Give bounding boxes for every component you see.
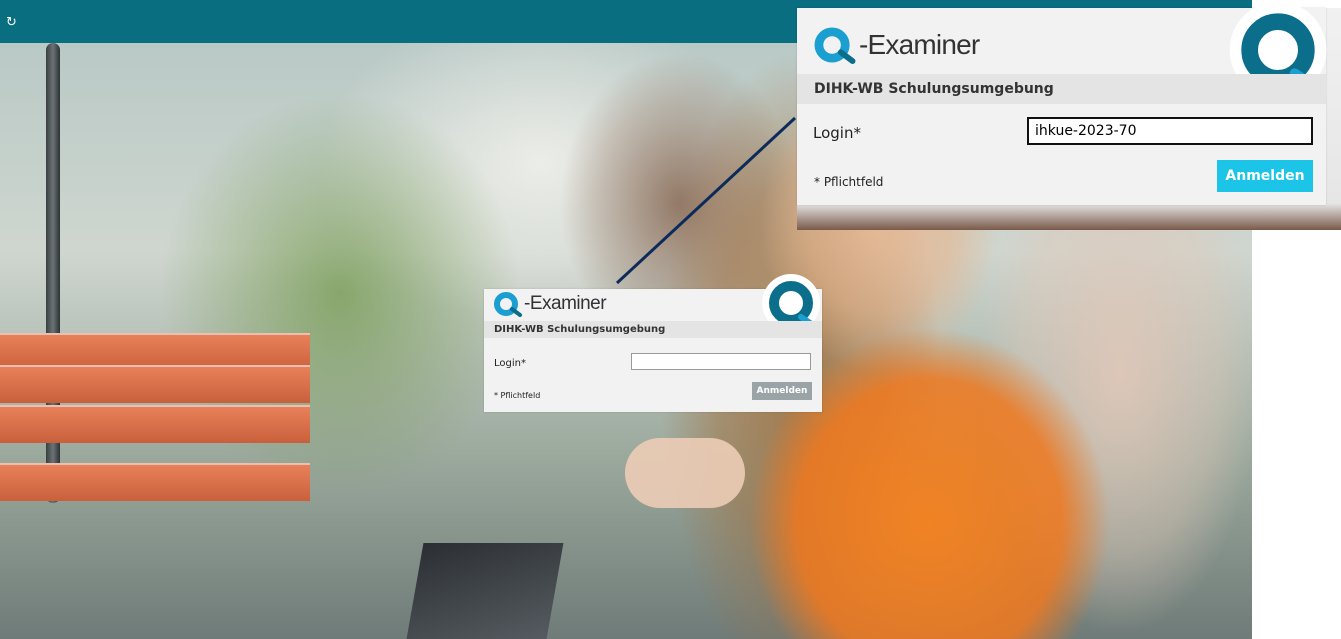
login-input[interactable] — [1027, 117, 1313, 145]
brand-logo: -Examiner — [811, 26, 980, 64]
desk-row — [0, 365, 310, 403]
brand-name: -Examiner — [859, 29, 980, 60]
laptop — [406, 543, 564, 639]
desk-row — [0, 463, 310, 501]
login-input[interactable] — [631, 353, 811, 370]
subtitle-bar: DIHK-WB Schulungsumgebung — [797, 74, 1326, 104]
anmelden-button[interactable]: Anmelden — [752, 382, 812, 400]
required-note: * Pflichtfeld — [814, 175, 884, 189]
refresh-icon[interactable]: ↻ — [6, 16, 20, 30]
q-logo-icon — [814, 27, 856, 64]
q-logo-icon — [494, 292, 522, 317]
student-arm — [625, 438, 745, 508]
login-label: Login* — [494, 358, 526, 369]
brand-logo: -Examiner — [492, 291, 607, 317]
login-panel-small: -Examiner DIHK-WB Schulungsumgebung Logi… — [484, 274, 822, 412]
required-note: * Pflichtfeld — [494, 391, 541, 400]
subtitle-bar: DIHK-WB Schulungsumgebung — [484, 321, 822, 338]
anmelden-button[interactable]: Anmelden — [1217, 160, 1313, 192]
login-panel-zoom: -Examiner DIHK-WB Schulungsumgebung Logi… — [797, 1, 1327, 205]
brand-name: -Examiner — [524, 293, 607, 314]
desk-row — [0, 405, 310, 443]
login-label: Login* — [813, 124, 861, 142]
